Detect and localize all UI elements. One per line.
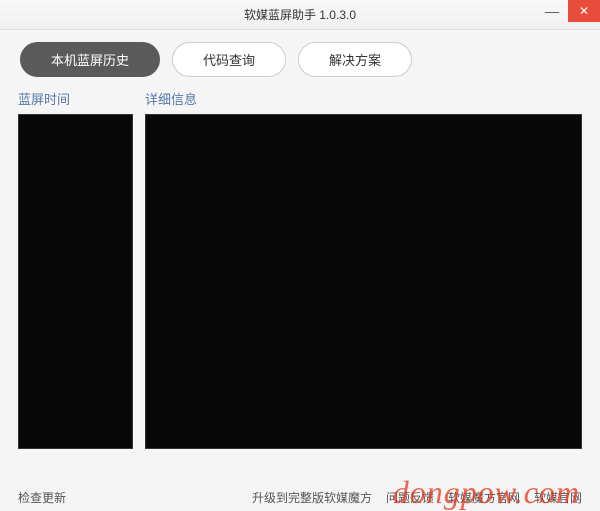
content-area: 蓝屏时间 详细信息 (0, 89, 600, 449)
column-headers: 蓝屏时间 详细信息 (18, 89, 582, 108)
minimize-button[interactable]: — (536, 0, 568, 22)
time-list-panel[interactable] (18, 114, 133, 449)
upgrade-link[interactable]: 升级到完整版软媒魔方 (252, 489, 372, 506)
check-update-link[interactable]: 检查更新 (18, 489, 66, 506)
window-controls: — ✕ (536, 0, 600, 22)
feedback-link[interactable]: 问题反馈 (386, 489, 434, 506)
mofang-site-link[interactable]: 软媒魔方官网 (448, 489, 520, 506)
column-header-time: 蓝屏时间 (18, 89, 133, 108)
panels (18, 114, 582, 449)
titlebar: 软媒蓝屏助手 1.0.3.0 — ✕ (0, 0, 600, 30)
ruanmei-site-link[interactable]: 软媒官网 (534, 489, 582, 506)
column-header-detail: 详细信息 (145, 89, 582, 108)
tab-solution[interactable]: 解决方案 (298, 42, 412, 77)
tab-bar: 本机蓝屏历史 代码查询 解决方案 (0, 30, 600, 89)
detail-panel[interactable] (145, 114, 582, 449)
footer: 检查更新 升级到完整版软媒魔方 问题反馈 软媒魔方官网 软媒官网 (0, 483, 600, 511)
tab-code-lookup[interactable]: 代码查询 (172, 42, 286, 77)
tab-history[interactable]: 本机蓝屏历史 (20, 42, 160, 77)
window-title: 软媒蓝屏助手 1.0.3.0 (244, 6, 356, 23)
footer-links: 升级到完整版软媒魔方 问题反馈 软媒魔方官网 软媒官网 (252, 489, 582, 506)
close-button[interactable]: ✕ (568, 0, 600, 22)
